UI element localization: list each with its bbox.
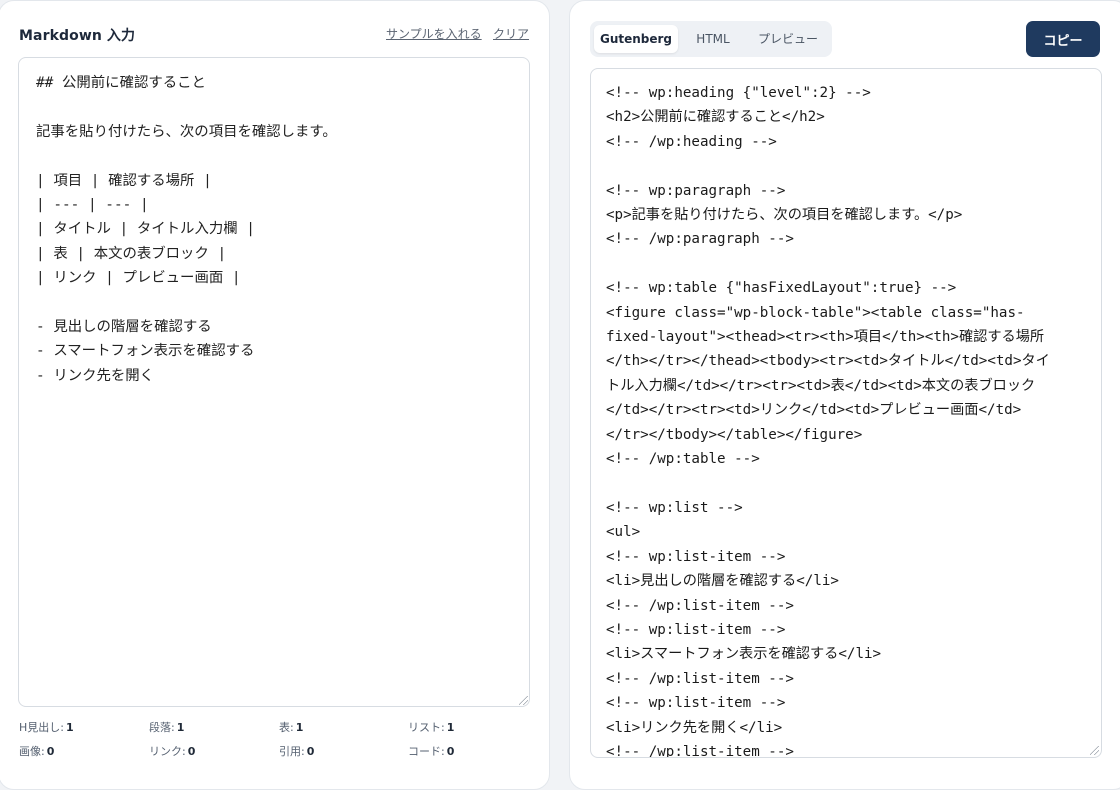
gutenberg-output[interactable]: <!-- wp:heading {"level":2} --> <h2>公開前に… <box>590 68 1102 758</box>
markdown-panel-title: Markdown 入力 <box>19 28 136 44</box>
stat-tables: 表: 1 <box>279 721 304 734</box>
stat-lists: リスト: 1 <box>408 721 455 734</box>
markdown-input-panel: Markdown 入力 サンプルを入れる クリア ## 公開前に確認すること 記… <box>0 0 550 790</box>
stat-paragraphs: 段落: 1 <box>149 721 185 734</box>
output-panel: Gutenberg HTML プレビュー コピー <!-- wp:heading… <box>569 0 1120 790</box>
insert-sample-link[interactable]: サンプルを入れる <box>386 25 482 42</box>
markdown-textarea[interactable]: ## 公開前に確認すること 記事を貼り付けたら、次の項目を確認します。 | 項目… <box>18 57 530 707</box>
stat-quotes: 引用: 0 <box>279 745 315 758</box>
stat-code: コード: 0 <box>408 745 455 758</box>
stat-headings: H見出し: 1 <box>19 721 74 734</box>
tab-gutenberg[interactable]: Gutenberg <box>594 25 678 53</box>
output-format-tabs: Gutenberg HTML プレビュー <box>590 21 832 57</box>
stat-images: 画像: 0 <box>19 745 55 758</box>
textarea-resize-handle[interactable] <box>519 696 528 705</box>
tab-preview[interactable]: プレビュー <box>748 25 828 53</box>
stat-links: リンク: 0 <box>149 745 196 758</box>
clear-link[interactable]: クリア <box>493 25 529 42</box>
copy-button[interactable]: コピー <box>1026 21 1100 57</box>
tab-html[interactable]: HTML <box>688 25 738 53</box>
output-resize-handle[interactable] <box>1090 746 1099 755</box>
